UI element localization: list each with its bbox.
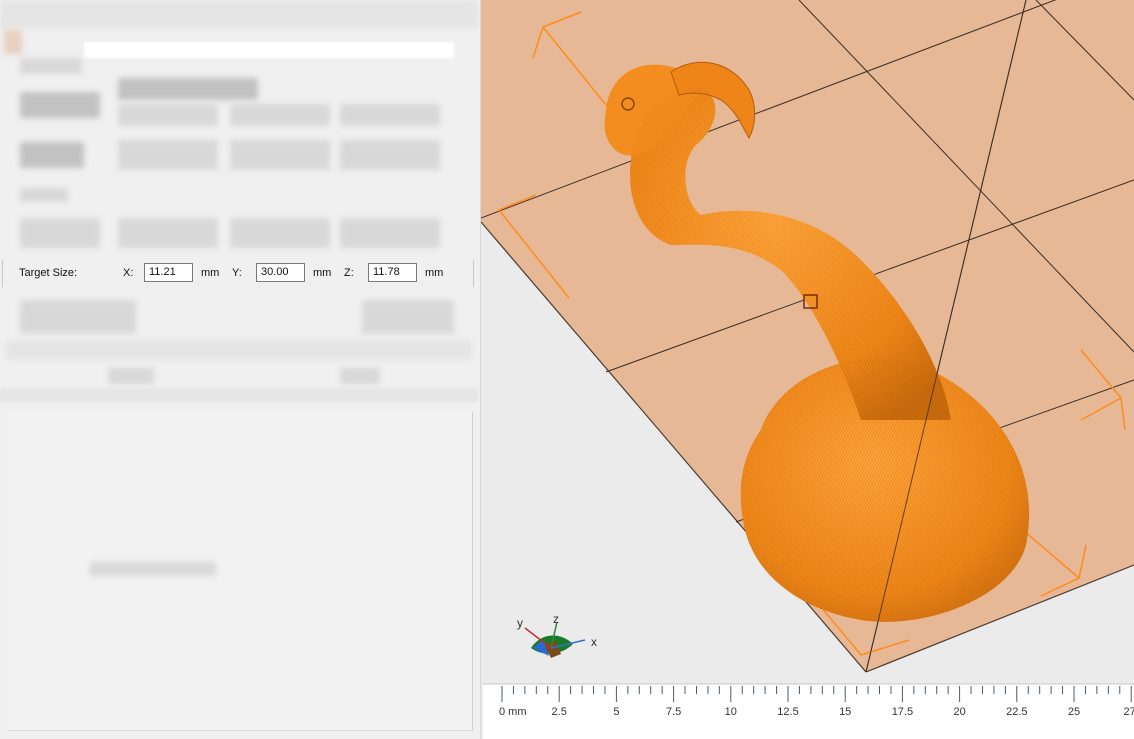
ruler-tick-label: 15 (839, 706, 851, 718)
log-area (8, 412, 473, 731)
panel-header-obscured (0, 0, 478, 28)
obscured-field (20, 92, 100, 118)
ruler-tick-label: 17.5 (892, 706, 913, 718)
obscured-field (118, 218, 218, 248)
obscured-option[interactable] (362, 300, 454, 334)
target-size-row: Target Size: X: 11.21 mm Y: 30.00 mm Z: … (2, 260, 474, 287)
obscured-field (118, 104, 218, 126)
obscured-icon (4, 30, 22, 54)
ruler-tick-label: 2.5 (552, 706, 567, 718)
ruler-tick-label: 20 (953, 706, 965, 718)
obscured-field (20, 218, 100, 248)
ruler-tick-label: 22.5 (1006, 706, 1027, 718)
ruler-tick-label: 5 (613, 706, 619, 718)
obscured-field (20, 142, 84, 168)
ruler-tick-label: 7.5 (666, 706, 681, 718)
x-unit: mm (201, 267, 220, 279)
ruler-tick-label: 25 (1068, 706, 1080, 718)
obscured-field (230, 104, 330, 126)
ruler-tick-label: 12.5 (777, 706, 798, 718)
x-label: X: (123, 267, 134, 279)
obscured-field (118, 78, 258, 100)
obscured-option[interactable] (20, 300, 136, 334)
obscured-field (230, 140, 330, 170)
ruler-tick-label: 27. (1124, 706, 1134, 718)
settings-panel: Target Size: X: 11.21 mm Y: 30.00 mm Z: … (0, 0, 481, 739)
obscured-button[interactable] (340, 368, 380, 384)
panel-divider (0, 388, 478, 402)
target-size-x-input[interactable]: 11.21 (144, 263, 193, 282)
obscured-label (20, 58, 82, 74)
ruler-background (483, 684, 1134, 739)
obscured-field (340, 140, 440, 170)
obscured-label (20, 188, 68, 202)
obscured-input[interactable] (84, 42, 454, 58)
ruler-tick-label: 0 mm (499, 706, 527, 718)
target-size-label: Target Size: (19, 267, 78, 279)
y-label: Y: (232, 267, 242, 279)
z-unit: mm (425, 267, 444, 279)
viewport-canvas[interactable]: y z x 0 mm 2.5 5 7.5 10 12.5 15 17.5 20 22.5 25 27. (481, 0, 1134, 739)
z-label: Z: (344, 267, 354, 279)
obscured-status-text (90, 562, 216, 576)
obscured-button[interactable] (108, 368, 154, 384)
axis-z-label: z (553, 612, 559, 626)
axis-y-label: y (517, 616, 523, 630)
obscured-row (6, 340, 472, 360)
y-unit: mm (313, 267, 332, 279)
obscured-field (340, 218, 440, 248)
ruler: 0 mm 2.5 5 7.5 10 12.5 15 17.5 20 22.5 25 27. (483, 683, 1134, 739)
obscured-field (118, 140, 218, 170)
axis-x-label: x (591, 635, 597, 649)
target-size-y-input[interactable]: 30.00 (256, 263, 305, 282)
ruler-tick-label: 10 (725, 706, 737, 718)
obscured-field (230, 218, 330, 248)
3d-viewport[interactable]: y z x 0 mm 2.5 5 7.5 10 12.5 15 17.5 20 22.5 25 27. (481, 0, 1134, 739)
target-size-z-input[interactable]: 11.78 (368, 263, 417, 282)
obscured-field (340, 104, 440, 126)
